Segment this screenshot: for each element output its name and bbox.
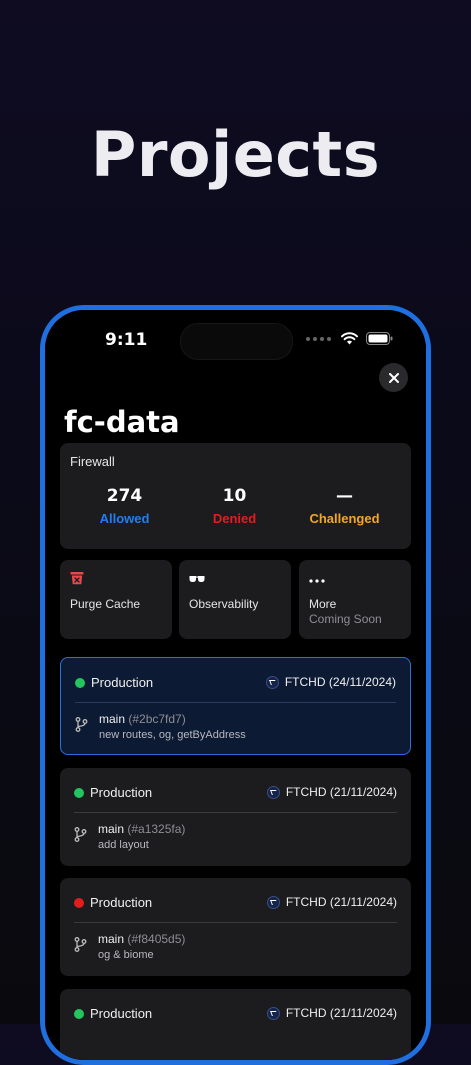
author-date: FTCHD (21/11/2024) xyxy=(285,785,397,799)
divider xyxy=(74,922,397,923)
status-dot-icon xyxy=(74,787,84,798)
avatar xyxy=(265,675,279,689)
commit-hash: (#f8405d5) xyxy=(127,932,186,946)
trash-icon xyxy=(70,571,84,590)
more-label: More xyxy=(309,597,337,611)
observability-label: Observability xyxy=(189,597,259,611)
deployment-env: Production xyxy=(75,675,153,690)
stat-challenged: — Challenged xyxy=(286,486,403,526)
commit-message: og & biome xyxy=(98,949,154,961)
firewall-label: Firewall xyxy=(70,454,115,469)
env-label: Production xyxy=(90,1006,153,1021)
challenged-label: Challenged xyxy=(309,511,380,526)
ellipsis-icon xyxy=(309,571,325,589)
env-label: Production xyxy=(90,895,153,910)
deployment-env: Production xyxy=(74,785,152,800)
status-dot-icon xyxy=(74,897,84,908)
author-date: FTCHD (21/11/2024) xyxy=(285,1006,397,1020)
challenged-count: — xyxy=(336,486,353,506)
divider xyxy=(74,812,397,813)
git-branch-icon xyxy=(74,937,87,957)
stat-allowed: 274 Allowed xyxy=(66,486,183,526)
commit-message: add layout xyxy=(98,839,149,851)
git-branch-icon xyxy=(74,827,87,847)
avatar xyxy=(266,1006,280,1020)
env-label: Production xyxy=(90,785,153,800)
deployment-card[interactable]: Production FTCHD (21/11/2024) main (#f84… xyxy=(60,878,411,976)
branch-name: main xyxy=(99,712,126,726)
deployment-env: Production xyxy=(74,895,152,910)
branch-name: main xyxy=(98,822,125,836)
hero-title: Projects xyxy=(90,118,381,191)
close-icon xyxy=(388,372,399,383)
dynamic-island xyxy=(180,323,293,360)
deployment-card[interactable]: Production FTCHD (21/11/2024) xyxy=(60,989,411,1060)
purge-cache-label: Purge Cache xyxy=(70,597,141,611)
branch-info: main (#a1325fa) xyxy=(98,822,185,836)
commit-hash: (#2bc7fd7) xyxy=(128,712,186,726)
glasses-icon xyxy=(189,571,205,589)
wifi-icon xyxy=(341,332,358,345)
deployment-env: Production xyxy=(74,1006,152,1021)
close-button[interactable] xyxy=(379,363,408,392)
signal-icon xyxy=(306,336,331,341)
avatar xyxy=(266,895,280,909)
deployment-author: FTCHD (21/11/2024) xyxy=(266,1006,397,1020)
allowed-label: Allowed xyxy=(99,511,150,526)
commit-message: new routes, og, getByAddress xyxy=(99,729,246,741)
env-label: Production xyxy=(91,675,154,690)
author-date: FTCHD (21/11/2024) xyxy=(285,895,397,909)
branch-name: main xyxy=(98,932,125,946)
divider xyxy=(75,702,396,703)
status-dot-icon xyxy=(74,1008,84,1019)
deployment-author: FTCHD (21/11/2024) xyxy=(266,895,397,909)
stat-denied: 10 Denied xyxy=(176,486,293,526)
more-button[interactable]: More Coming Soon xyxy=(299,560,411,639)
firewall-card: Firewall 274 Allowed 10 Denied — Challen… xyxy=(60,443,411,549)
status-time: 9:11 xyxy=(105,330,148,350)
denied-count: 10 xyxy=(222,486,247,506)
deployment-card[interactable]: Production FTCHD (21/11/2024) main (#a13… xyxy=(60,768,411,866)
app-screen: 9:11 fc-data Firewall 274 Allowed 10 Den… xyxy=(45,310,426,1060)
branch-info: main (#f8405d5) xyxy=(98,932,185,946)
status-dot-icon xyxy=(75,677,85,688)
observability-button[interactable]: Observability xyxy=(179,560,291,639)
git-branch-icon xyxy=(75,717,88,737)
coming-soon-label: Coming Soon xyxy=(309,612,382,626)
status-icons xyxy=(306,332,393,345)
deployment-card[interactable]: Production FTCHD (24/11/2024) main (#2bc… xyxy=(60,657,411,755)
commit-hash: (#a1325fa) xyxy=(127,822,186,836)
battery-icon xyxy=(366,332,393,345)
branch-info: main (#2bc7fd7) xyxy=(99,712,186,726)
page-title: fc-data xyxy=(64,405,180,439)
avatar xyxy=(266,785,280,799)
denied-label: Denied xyxy=(212,511,257,526)
allowed-count: 274 xyxy=(106,486,143,506)
deployment-author: FTCHD (21/11/2024) xyxy=(266,785,397,799)
deployment-author: FTCHD (24/11/2024) xyxy=(265,675,396,689)
author-date: FTCHD (24/11/2024) xyxy=(284,675,396,689)
phone-frame: 9:11 fc-data Firewall 274 Allowed 10 Den… xyxy=(40,305,431,1065)
purge-cache-button[interactable]: Purge Cache xyxy=(60,560,172,639)
